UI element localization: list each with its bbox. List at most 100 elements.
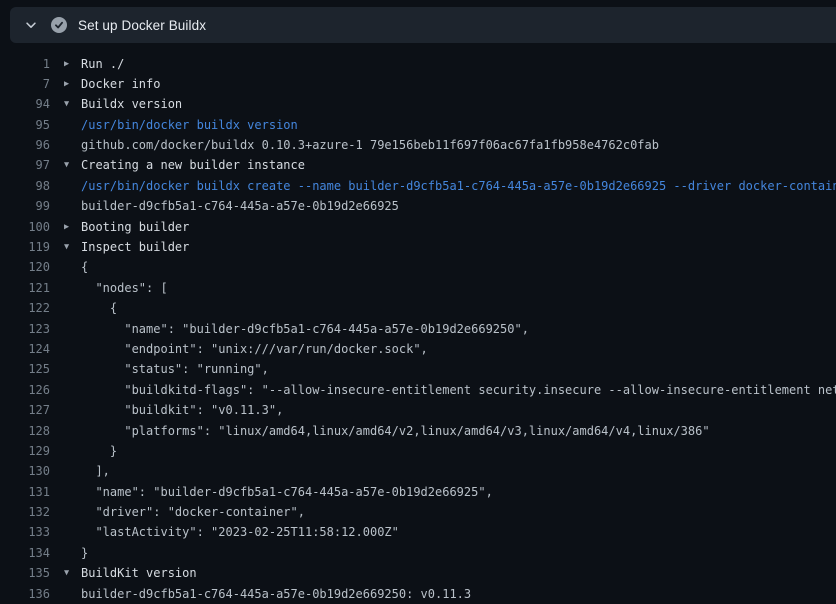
log-line: 127 "buildkit": "v0.11.3",: [0, 400, 836, 420]
marker-spacer: [50, 543, 81, 563]
marker-spacer: [50, 359, 81, 379]
command-text: /usr/bin/docker buildx create --name bui…: [81, 176, 836, 196]
log-line: 128 "platforms": "linux/amd64,linux/amd6…: [0, 421, 836, 441]
line-number[interactable]: 128: [0, 421, 50, 441]
command-text: /usr/bin/docker buildx version: [81, 115, 298, 135]
output-text: }: [81, 543, 88, 563]
line-number[interactable]: 133: [0, 522, 50, 542]
output-text: {: [81, 298, 117, 318]
marker-spacer: [50, 502, 81, 522]
triangle-down-icon[interactable]: ▼: [50, 94, 81, 114]
marker-spacer: [50, 441, 81, 461]
log-line: 95/usr/bin/docker buildx version: [0, 115, 836, 135]
output-text: "name": "builder-d9cfb5a1-c764-445a-a57e…: [81, 319, 529, 339]
log-line: 98/usr/bin/docker buildx create --name b…: [0, 176, 836, 196]
log-lines: 1▶Run ./7▶Docker info94▼Buildx version95…: [0, 54, 836, 604]
line-number[interactable]: 124: [0, 339, 50, 359]
line-number[interactable]: 134: [0, 543, 50, 563]
log-group-line[interactable]: 119▼Inspect builder: [0, 237, 836, 257]
line-number[interactable]: 127: [0, 400, 50, 420]
marker-spacer: [50, 319, 81, 339]
triangle-down-icon[interactable]: ▼: [50, 155, 81, 175]
triangle-right-icon[interactable]: ▶: [50, 54, 81, 74]
triangle-right-icon[interactable]: ▶: [50, 217, 81, 237]
log-line: 136 builder-d9cfb5a1-c764-445a-a57e-0b19d…: [0, 584, 836, 604]
log-line: 123 "name": "builder-d9cfb5a1-c764-445a-…: [0, 319, 836, 339]
log-line: 131 "name": "builder-d9cfb5a1-c764-445a-…: [0, 482, 836, 502]
marker-spacer: [50, 176, 81, 196]
log-group-line[interactable]: 7▶Docker info: [0, 74, 836, 94]
step-title: Set up Docker Buildx: [78, 18, 206, 33]
log-group-line[interactable]: 1▶Run ./: [0, 54, 836, 74]
line-number[interactable]: 132: [0, 502, 50, 522]
line-number[interactable]: 121: [0, 278, 50, 298]
log-group-line[interactable]: 94▼Buildx version: [0, 94, 836, 114]
group-title: Run ./: [81, 54, 124, 74]
log-line: 134}: [0, 543, 836, 563]
log-line: 133 "lastActivity": "2023-02-25T11:58:12…: [0, 522, 836, 542]
line-number[interactable]: 97: [0, 155, 50, 175]
line-number[interactable]: 98: [0, 176, 50, 196]
marker-spacer: [50, 584, 81, 604]
output-text: "endpoint": "unix:///var/run/docker.sock…: [81, 339, 428, 359]
log-group-line[interactable]: 97▼Creating a new builder instance: [0, 155, 836, 175]
triangle-down-icon[interactable]: ▼: [50, 237, 81, 257]
log-group-line[interactable]: 100▶Booting builder: [0, 217, 836, 237]
line-number[interactable]: 123: [0, 319, 50, 339]
line-number[interactable]: 122: [0, 298, 50, 318]
log-line: 120 {: [0, 257, 836, 277]
line-number[interactable]: 130: [0, 461, 50, 481]
triangle-down-icon[interactable]: ▼: [50, 563, 81, 583]
line-number[interactable]: 126: [0, 380, 50, 400]
marker-spacer: [50, 196, 81, 216]
marker-spacer: [50, 257, 81, 277]
line-number[interactable]: 120: [0, 257, 50, 277]
marker-spacer: [50, 339, 81, 359]
triangle-right-icon[interactable]: ▶: [50, 74, 81, 94]
log-line: 99 builder-d9cfb5a1-c764-445a-a57e-0b19d2…: [0, 196, 836, 216]
output-text: "platforms": "linux/amd64,linux/amd64/v2…: [81, 421, 710, 441]
group-title: Buildx version: [81, 94, 182, 114]
log-line: 125 "status": "running",: [0, 359, 836, 379]
marker-spacer: [50, 482, 81, 502]
marker-spacer: [50, 115, 81, 135]
log-line: 124 "endpoint": "unix:///var/run/docker.…: [0, 339, 836, 359]
line-number[interactable]: 99: [0, 196, 50, 216]
marker-spacer: [50, 461, 81, 481]
line-number[interactable]: 129: [0, 441, 50, 461]
output-text: github.com/docker/buildx 0.10.3+azure-1 …: [81, 135, 659, 155]
output-text: builder-d9cfb5a1-c764-445a-a57e-0b19d2e6…: [81, 196, 399, 216]
step-header[interactable]: Set up Docker Buildx: [10, 7, 836, 43]
marker-spacer: [50, 421, 81, 441]
line-number[interactable]: 7: [0, 74, 50, 94]
log-line: 96 github.com/docker/buildx 0.10.3+azure-…: [0, 135, 836, 155]
line-number[interactable]: 136: [0, 584, 50, 604]
line-number[interactable]: 119: [0, 237, 50, 257]
output-text: builder-d9cfb5a1-c764-445a-a57e-0b19d2e6…: [81, 584, 471, 604]
line-number[interactable]: 131: [0, 482, 50, 502]
line-number[interactable]: 94: [0, 94, 50, 114]
marker-spacer: [50, 298, 81, 318]
output-text: "name": "builder-d9cfb5a1-c764-445a-a57e…: [81, 482, 493, 502]
log-line: 129 }: [0, 441, 836, 461]
output-text: "buildkitd-flags": "--allow-insecure-ent…: [81, 380, 836, 400]
line-number[interactable]: 135: [0, 563, 50, 583]
line-number[interactable]: 100: [0, 217, 50, 237]
group-title: Creating a new builder instance: [81, 155, 305, 175]
output-text: {: [81, 257, 88, 277]
marker-spacer: [50, 380, 81, 400]
log-line: 122 {: [0, 298, 836, 318]
group-title: Docker info: [81, 74, 160, 94]
log-line: 132 "driver": "docker-container",: [0, 502, 836, 522]
marker-spacer: [50, 400, 81, 420]
line-number[interactable]: 96: [0, 135, 50, 155]
group-title: BuildKit version: [81, 563, 197, 583]
log-group-line[interactable]: 135▼BuildKit version: [0, 563, 836, 583]
line-number[interactable]: 125: [0, 359, 50, 379]
log-line: 130 ],: [0, 461, 836, 481]
output-text: "nodes": [: [81, 278, 168, 298]
output-text: "driver": "docker-container",: [81, 502, 305, 522]
line-number[interactable]: 95: [0, 115, 50, 135]
chevron-down-icon[interactable]: [23, 17, 39, 33]
line-number[interactable]: 1: [0, 54, 50, 74]
